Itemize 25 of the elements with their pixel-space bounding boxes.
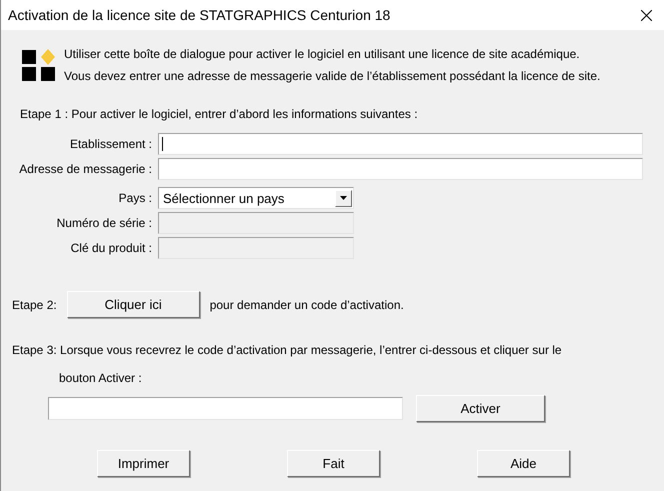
country-dropdown[interactable]: Sélectionner un pays: [158, 187, 354, 209]
caret-icon: [340, 196, 347, 200]
dialog-button[interactable]: Fait: [287, 450, 380, 477]
field-label: Pays :: [118, 191, 153, 205]
step-text: bouton Activer :: [59, 371, 143, 385]
intro-text: Utiliser cette boîte de dialogue pour activer le logiciel en utilisant une licence de site académique.: [64, 47, 581, 61]
dialog-button[interactable]: Aide: [477, 450, 570, 477]
intro-text: Vous devez entrer une adresse de messagerie valide de l’établissement possédant la licence de site.: [64, 69, 600, 83]
field-label: Adresse de messagerie :: [18, 162, 153, 176]
step-text: pour demander un code d’activation.: [210, 298, 404, 312]
activate-button[interactable]: Activer: [416, 395, 545, 422]
field-label: Clé du produit :: [70, 241, 153, 255]
field-label: Numéro de série :: [56, 216, 153, 230]
logo-icon: [22, 48, 56, 82]
step-heading: Etape 1 : Pour activer le logiciel, entrer d’abord les informations suivantes :: [20, 107, 419, 121]
input-field[interactable]: [158, 133, 643, 155]
close-icon[interactable]: [641, 10, 652, 20]
input-field[interactable]: [158, 158, 643, 180]
step-text: Etape 3: Lorsque vous recevrez le code d’activation par messagerie, l’entrer ci-dessous et cliquer sur le: [12, 343, 563, 357]
activation-code-field[interactable]: [48, 397, 403, 420]
window-title: Activation de la licence site de STATGRAPHICS Centurion 18: [8, 7, 390, 23]
step-label: Etape 2:: [12, 298, 57, 312]
click-here-button[interactable]: Cliquer ici: [66, 291, 200, 318]
field-label: Etablissement :: [68, 137, 153, 151]
dialog-button[interactable]: Imprimer: [97, 450, 190, 477]
